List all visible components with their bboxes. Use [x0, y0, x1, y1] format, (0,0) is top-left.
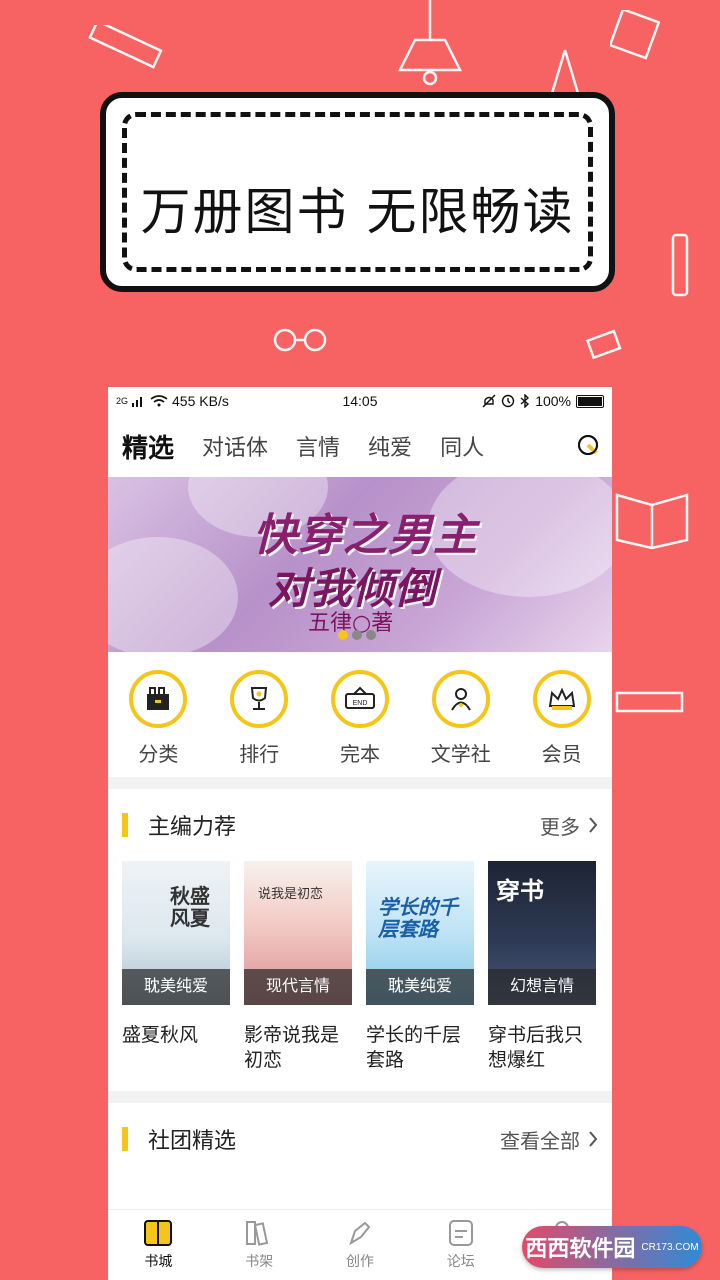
- shortcut-label: 文学社: [430, 744, 491, 766]
- section-editor-picks-header: 主编力荐 更多: [108, 789, 612, 861]
- tab-romance[interactable]: 言情: [296, 430, 340, 462]
- bookshelf-icon: [246, 1221, 269, 1246]
- end-sign-icon: END: [344, 686, 375, 709]
- book-card[interactable]: 穿书 幻想言情 穿书后我只想爆红: [488, 861, 596, 1073]
- book-cover: 说我是初恋 现代言情: [244, 861, 352, 1005]
- bag-icon: [147, 687, 170, 710]
- book-cover: 秋盛风夏 耽美纯爱: [122, 861, 230, 1005]
- category-tabs: 精选 对话体 言情 纯爱 同人: [108, 415, 612, 485]
- nav-label: 书架: [245, 1253, 274, 1269]
- tab-pure-love[interactable]: 纯爱: [368, 430, 412, 462]
- carousel-dot[interactable]: [366, 630, 376, 640]
- divider: [108, 1091, 612, 1103]
- slogan-banner: 万册图书 无限畅读: [100, 92, 615, 292]
- nav-create[interactable]: 创作: [310, 1210, 411, 1280]
- cutter-doodle-icon: [671, 233, 689, 297]
- hero-carousel[interactable]: 快穿之男主 对我倾倒 五律○著: [108, 477, 612, 652]
- search-icon[interactable]: [576, 433, 602, 459]
- tab-dialogue[interactable]: 对话体: [202, 430, 268, 462]
- section-accent-bar: [122, 1127, 128, 1151]
- book-cover: 学长的千层套路 耽美纯爱: [366, 861, 474, 1005]
- status-bar: 2G 455 KB/s 14:05 100%: [108, 387, 612, 415]
- cover-title: 穿书: [496, 876, 544, 905]
- nav-bookstore[interactable]: 书城: [108, 1210, 209, 1280]
- battery-icon: [576, 394, 604, 408]
- shortcut-label: 分类: [138, 744, 179, 766]
- site-watermark: 西西软件园 CR173.COM: [522, 1226, 702, 1268]
- divider: [108, 777, 612, 789]
- svg-text:END: END: [353, 700, 368, 707]
- book-genre-tag: 现代言情: [244, 969, 352, 1005]
- forum-icon: [448, 1220, 473, 1246]
- glasses-doodle-icon: [273, 328, 327, 352]
- tab-fanfic[interactable]: 同人: [440, 430, 484, 462]
- book-list: 秋盛风夏 耽美纯爱 盛夏秋风 说我是初恋 现代言情 影帝说我是初恋 学长的千层套…: [108, 861, 612, 1073]
- more-label: 查看全部: [500, 1130, 580, 1153]
- eraser-doodle-icon: [585, 329, 622, 360]
- shortcut-label: 会员: [541, 744, 582, 766]
- book-cover: 穿书 幻想言情: [488, 861, 596, 1005]
- chevron-right-icon: [589, 817, 598, 833]
- view-all-link[interactable]: 查看全部: [500, 1125, 598, 1154]
- lamp-doodle-icon: [397, 0, 463, 86]
- shortcut-category[interactable]: 分类: [118, 670, 198, 767]
- ruler-doodle-icon: [88, 25, 163, 69]
- shortcut-label: 排行: [239, 744, 280, 766]
- crown-icon: [548, 687, 575, 710]
- tab-featured[interactable]: 精选: [122, 428, 174, 485]
- more-link[interactable]: 更多: [540, 811, 598, 840]
- book-genre-tag: 幻想言情: [488, 969, 596, 1005]
- shortcut-membership[interactable]: 会员: [522, 670, 602, 767]
- carousel-dots: [338, 630, 376, 640]
- clock: 14:05: [342, 393, 378, 409]
- book-card[interactable]: 说我是初恋 现代言情 影帝说我是初恋: [244, 861, 352, 1073]
- trophy-icon: [251, 687, 268, 710]
- bookstore-icon: [144, 1220, 173, 1246]
- category-shortcuts: 分类 排行 END 完本 文学社 会员: [108, 652, 612, 777]
- cover-title: 秋盛风夏: [170, 884, 210, 930]
- nav-label: 书城: [144, 1253, 173, 1269]
- slogan-title: 万册图书 无限畅读: [140, 183, 575, 241]
- book-card[interactable]: 学长的千层套路 耽美纯爱 学长的千层套路: [366, 861, 474, 1073]
- nav-label: 创作: [345, 1253, 374, 1269]
- shortcut-label: 完本: [339, 744, 380, 766]
- section-title: 主编力荐: [148, 814, 237, 839]
- carousel-dot[interactable]: [338, 630, 348, 640]
- section-title: 社团精选: [148, 1128, 237, 1153]
- book-genre-tag: 耽美纯爱: [366, 969, 474, 1005]
- people-icon: [450, 688, 471, 711]
- more-label: 更多: [540, 816, 580, 839]
- ruler2-doodle-icon: [615, 691, 684, 713]
- hero-title-line1: 快穿之男主: [253, 511, 478, 560]
- book-title: 影帝说我是初恋: [244, 1025, 340, 1071]
- book-title: 盛夏秋风: [122, 1025, 199, 1046]
- nav-bookshelf[interactable]: 书架: [209, 1210, 310, 1280]
- shortcut-ranking[interactable]: 排行: [219, 670, 299, 767]
- section-club-picks-header: 社团精选 查看全部: [108, 1103, 612, 1175]
- book-card[interactable]: 秋盛风夏 耽美纯爱 盛夏秋风: [122, 861, 230, 1073]
- nav-label: 论坛: [446, 1253, 475, 1269]
- shortcut-literature-club[interactable]: 文学社: [421, 670, 501, 767]
- watermark-text: 西西软件园: [525, 1236, 636, 1261]
- cover-title: 学长的千层套路: [378, 897, 458, 941]
- book-title: 学长的千层套路: [366, 1025, 462, 1071]
- app-screen: 2G 455 KB/s 14:05 100% 精选 对话体 言情 纯爱 同人 快…: [108, 387, 612, 1280]
- watermark-sub: CR173.COM: [641, 1241, 699, 1253]
- book-doodle-icon: [615, 493, 689, 550]
- paper-doodle-icon: [610, 10, 660, 60]
- nav-forum[interactable]: 论坛: [410, 1210, 511, 1280]
- shortcut-completed[interactable]: END 完本: [320, 670, 400, 767]
- book-genre-tag: 耽美纯爱: [122, 969, 230, 1005]
- carousel-dot[interactable]: [352, 630, 362, 640]
- cover-title: 说我是初恋: [258, 886, 324, 901]
- chevron-right-icon: [589, 1131, 598, 1147]
- section-accent-bar: [122, 813, 128, 837]
- pen-icon: [349, 1221, 371, 1246]
- book-title: 穿书后我只想爆红: [488, 1025, 584, 1071]
